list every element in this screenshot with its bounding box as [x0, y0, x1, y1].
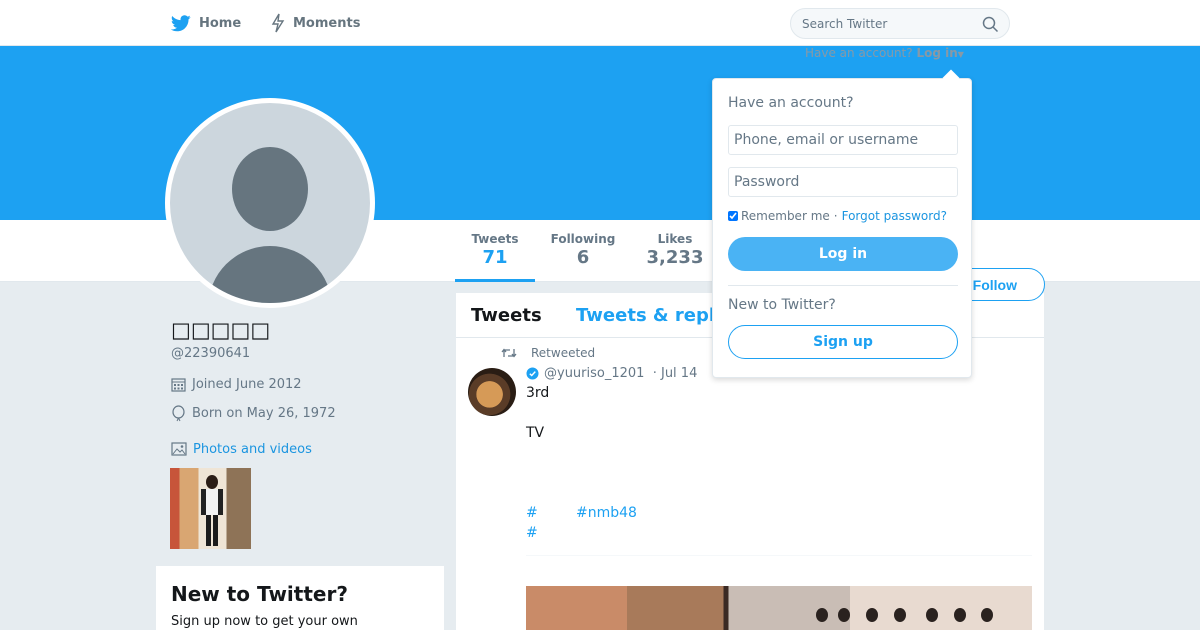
person-photo	[201, 475, 223, 546]
tweet-photo	[526, 586, 1032, 630]
remember-row: Remember me · Forgot password?	[728, 209, 947, 223]
nav-moments-label: Moments	[293, 15, 361, 31]
photo-detail	[838, 608, 850, 622]
login-button[interactable]: Log in	[728, 237, 958, 271]
birth-date: Born on May 26, 1972	[171, 405, 336, 422]
signup-card: New to Twitter? Sign up now to get your …	[156, 566, 444, 630]
tweet-date[interactable]: · Jul 14	[653, 366, 698, 381]
photo-detail	[926, 608, 938, 622]
signup-button[interactable]: Sign up	[728, 325, 958, 359]
signup-card-title: New to Twitter?	[171, 582, 348, 606]
stat-label: Following	[550, 232, 616, 246]
stat-label: Tweets	[471, 232, 519, 246]
signup-card-text: Sign up now to get your own	[171, 614, 358, 629]
balloon-icon	[172, 405, 185, 422]
stat-following[interactable]: Following 6	[543, 232, 623, 282]
nav-moments[interactable]: Moments	[271, 0, 360, 46]
login-dropdown: Have an account? Remember me · Forgot pa…	[712, 69, 972, 378]
divider	[728, 285, 958, 286]
joined-text: Joined June 2012	[192, 377, 302, 392]
stat-tweets[interactable]: Tweets 71	[455, 232, 535, 282]
lightning-icon	[271, 13, 285, 33]
search-icon[interactable]	[982, 16, 999, 33]
nav-home[interactable]: Home	[171, 0, 241, 46]
forgot-password-link[interactable]: Forgot password?	[842, 209, 947, 223]
photo-thumbnail[interactable]	[170, 468, 251, 549]
image-icon	[171, 442, 187, 456]
top-nav: Home Moments	[0, 0, 1200, 46]
verified-badge-icon	[526, 367, 539, 380]
retweet-icon	[501, 348, 517, 358]
search-input[interactable]	[802, 15, 972, 33]
tweet-text-line: TV	[526, 425, 545, 441]
tweet-header: @yuuriso_1201 · Jul 14	[526, 366, 697, 381]
retweet-context: Retweeted	[501, 346, 595, 360]
tab-tweets[interactable]: Tweets	[471, 305, 542, 326]
twitter-bird-icon	[171, 14, 191, 31]
photos-label: Photos and videos	[193, 441, 312, 457]
joined-date: Joined June 2012	[171, 377, 302, 392]
username-field[interactable]	[728, 125, 958, 155]
hashtag-link[interactable]: #	[526, 505, 538, 521]
photos-videos-link[interactable]: Photos and videos	[171, 441, 312, 457]
caret-down-icon: ▼	[957, 50, 964, 59]
new-to-twitter-label: New to Twitter?	[728, 297, 836, 313]
remember-me-checkbox[interactable]	[728, 211, 738, 221]
tweet-text-line: 3rd	[526, 385, 550, 401]
retweeted-label: Retweeted	[531, 346, 596, 360]
login-dropdown-title: Have an account?	[728, 95, 854, 111]
stat-value: 6	[576, 247, 590, 268]
tab-tweets-replies[interactable]: Tweets & repl	[576, 305, 715, 326]
hashtag-link[interactable]: #nmb48	[576, 505, 637, 521]
photo-detail	[816, 608, 828, 622]
tweet-media[interactable]	[526, 555, 1032, 630]
stat-likes[interactable]: Likes 3,233	[635, 232, 715, 282]
default-avatar-icon	[208, 147, 332, 303]
photo-detail	[894, 608, 906, 622]
remember-me-label[interactable]: Remember me	[741, 209, 830, 223]
profile-name[interactable]: □□□□□	[171, 318, 270, 342]
photo-detail	[981, 608, 993, 622]
tweet-avatar[interactable]	[468, 368, 516, 416]
login-hint-link[interactable]: Log in	[916, 46, 957, 60]
avatar[interactable]	[165, 98, 375, 308]
born-text: Born on May 26, 1972	[192, 406, 336, 421]
stat-label: Likes	[657, 232, 693, 246]
photo-detail	[866, 608, 878, 622]
password-field[interactable]	[728, 167, 958, 197]
separator: ·	[833, 209, 838, 223]
tweet-author[interactable]: @yuuriso_1201	[544, 366, 644, 381]
stat-value: 71	[482, 247, 508, 268]
hashtag-link[interactable]: #	[526, 525, 538, 541]
nav-home-label: Home	[199, 15, 242, 31]
search-box	[790, 8, 1010, 39]
login-hint: Have an account? Log in▼	[805, 46, 964, 60]
calendar-icon	[171, 378, 186, 392]
stat-value: 3,233	[646, 247, 704, 268]
login-hint-text: Have an account?	[805, 46, 913, 60]
photo-detail	[954, 608, 966, 622]
profile-handle[interactable]: @22390641	[171, 346, 250, 361]
